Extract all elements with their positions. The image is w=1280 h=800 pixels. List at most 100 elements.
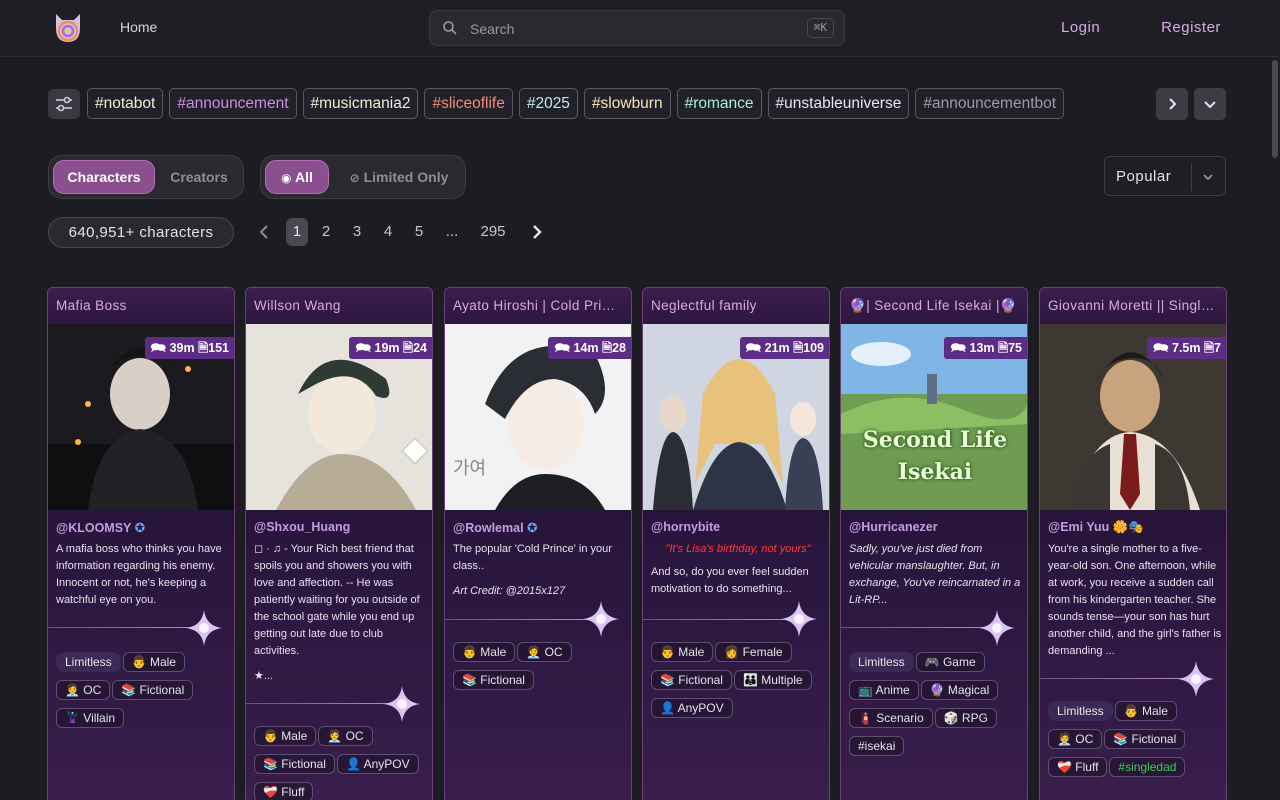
chevron-right-icon[interactable] <box>530 224 544 240</box>
tag-chip[interactable]: 🎲 RPG <box>934 708 997 728</box>
tag-chip[interactable]: ❤️‍🩹 Fluff <box>1048 757 1108 777</box>
tag-chip[interactable]: 📚 Fictional <box>453 670 534 690</box>
tag-chip[interactable]: #sliceoflife <box>424 88 513 119</box>
tag-chip[interactable]: 🎮 Game <box>915 652 985 672</box>
chat-count: 21m <box>764 341 790 355</box>
tag-chip[interactable]: 📺 Anime <box>849 680 919 700</box>
card-title[interactable]: 🔮| Second Life Isekai |🔮 <box>841 288 1027 324</box>
creator-link[interactable]: @Shxou_Huang <box>254 520 350 534</box>
chat-icon: 🗪 <box>745 341 762 355</box>
tag-chip[interactable]: Limitless <box>849 652 914 672</box>
home-link[interactable]: Home <box>120 19 157 35</box>
sparkle-icon <box>186 610 222 646</box>
tag-chip[interactable]: #announcementbot <box>915 88 1065 119</box>
character-card[interactable]: Giovanni Moretti || Single Dad 🗪 7.5m 🗎7 @… <box>1039 287 1227 800</box>
tag-chip[interactable]: 👪 Multiple <box>733 670 812 690</box>
tab-creators[interactable]: Creators <box>159 160 239 194</box>
tag-chip[interactable]: #isekai <box>849 736 905 756</box>
chat-count: 19m <box>374 341 400 355</box>
tag-chip[interactable]: 🔮 Magical <box>920 680 999 700</box>
tag-chip[interactable]: 📚 Fictional <box>254 754 335 774</box>
tag-chip[interactable]: Limitless <box>56 652 121 672</box>
card-title[interactable]: Willson Wang <box>246 288 432 324</box>
art-credit: Art Credit: @2015x127 <box>453 585 566 597</box>
tag-chip[interactable]: #musicmania2 <box>302 88 419 119</box>
character-card[interactable]: Neglectful family 🗪 21m 🗎109 @hornybite "It… <box>642 287 830 800</box>
chevron-right-icon <box>1169 98 1177 110</box>
creator-link[interactable]: @Emi Yuu 🌼🎭 <box>1048 520 1144 535</box>
page-4[interactable]: 4 <box>378 218 398 246</box>
tag-chip[interactable]: 🧑‍💼 OC <box>56 680 111 700</box>
tag-chip[interactable]: Limitless <box>1048 701 1113 721</box>
tag-chip[interactable]: 👨 Male <box>122 652 185 672</box>
card-stats: 🗪 21m 🗎109 <box>739 337 829 359</box>
tag-chip[interactable]: 👤 AnyPOV <box>651 698 733 718</box>
tag-chip[interactable]: #announcement <box>169 88 297 119</box>
card-title[interactable]: Mafia Boss <box>48 288 234 324</box>
eye-icon: ◉ <box>281 171 292 185</box>
creator-link[interactable]: @KLOOMSY ✪ <box>56 520 145 535</box>
card-stats: 🗪 39m 🗎151 <box>144 337 234 359</box>
tag-chip[interactable]: 🧯 Scenario <box>849 708 933 728</box>
page-1[interactable]: 1 <box>286 218 308 246</box>
tag-chip[interactable]: ❤️‍🩹 Fluff <box>254 782 314 800</box>
tags-next-button[interactable] <box>1156 88 1188 120</box>
scrollbar[interactable] <box>1272 60 1278 158</box>
tag-chip[interactable]: 🧑‍💼 OC <box>318 726 373 746</box>
tag-chip[interactable]: 🧑‍💼 OC <box>517 642 572 662</box>
filter-limited[interactable]: ⊘ Limited Only <box>337 160 461 194</box>
tag-chip[interactable]: 🧑‍💼 OC <box>1048 729 1103 749</box>
tag-chip[interactable]: 👨 Male <box>254 726 317 746</box>
card-image[interactable]: Second Life Isekai 🗪 13m 🗎75 <box>841 324 1027 510</box>
card-title[interactable]: Ayato Hiroshi | Cold Prince <box>445 288 631 324</box>
document-icon: 🗎 <box>602 341 613 355</box>
card-stats: 🗪 19m 🗎24 <box>349 337 432 359</box>
creator-link[interactable]: @hornybite <box>651 520 720 534</box>
tag-chip[interactable]: #slowburn <box>583 88 671 119</box>
login-link[interactable]: Login <box>1061 19 1100 36</box>
tag-chip[interactable]: 📚 Fictional <box>112 680 194 700</box>
card-image[interactable]: 🗪 39m 🗎151 <box>48 324 234 510</box>
card-description-block: You're a single mother to a five-year-ol… <box>1048 541 1222 660</box>
page-2[interactable]: 2 <box>316 218 336 246</box>
character-card[interactable]: Willson Wang 🗪 19m 🗎24 @Shxou_Huang ◻ · ♫ -… <box>245 287 433 800</box>
page-295[interactable]: 295 <box>474 218 512 246</box>
card-image[interactable]: 🗪 21m 🗎109 <box>643 324 829 510</box>
page-5[interactable]: 5 <box>409 218 429 246</box>
tag-chip[interactable]: #notabot <box>87 88 164 119</box>
tag-chip[interactable]: 👤 AnyPOV <box>336 754 419 774</box>
page-3[interactable]: 3 <box>347 218 367 246</box>
tag-chip[interactable]: 📚 Fictional <box>651 670 732 690</box>
tag-chip[interactable]: #singledad <box>1109 757 1186 777</box>
card-title[interactable]: Giovanni Moretti || Single Dad <box>1040 288 1226 324</box>
register-button[interactable]: Register <box>1136 10 1246 46</box>
card-image[interactable]: 가여 🗪 14m 🗎28 <box>445 324 631 510</box>
card-image[interactable]: 🗪 19m 🗎24 <box>246 324 432 510</box>
tag-chip[interactable]: #2025 <box>518 88 578 119</box>
tag-chip[interactable]: 👨 Male <box>651 642 714 662</box>
tag-chip[interactable]: #romance <box>676 88 762 119</box>
character-card[interactable]: Mafia Boss 🗪 39m 🗎151 @KLOOMSY ✪ A mafia bo… <box>47 287 235 800</box>
creator-link[interactable]: @Rowlemal ✪ <box>453 520 538 535</box>
site-logo[interactable] <box>52 10 84 46</box>
tag-chip[interactable]: 🦹 Villain <box>56 708 125 728</box>
card-title[interactable]: Neglectful family <box>643 288 829 324</box>
filter-all[interactable]: ◉ All <box>265 160 329 194</box>
tag-chip[interactable]: 📚 Fictional <box>1104 729 1186 749</box>
tag-chip[interactable]: 👨 Male <box>1114 701 1177 721</box>
tab-characters[interactable]: Characters <box>53 160 155 194</box>
character-card[interactable]: 🔮| Second Life Isekai |🔮 Second Life Iseka… <box>840 287 1028 800</box>
creator-link[interactable]: @Hurricanezer <box>849 520 938 534</box>
tag-chip[interactable]: 👩 Female <box>715 642 792 662</box>
character-card[interactable]: Ayato Hiroshi | Cold Prince 가여 🗪 14m 🗎28 @R… <box>444 287 632 800</box>
filter-button[interactable] <box>48 89 80 119</box>
card-image[interactable]: 🗪 7.5m 🗎7 <box>1040 324 1226 510</box>
sort-select[interactable]: Popular <box>1104 156 1226 196</box>
tag-chip[interactable]: 👨 Male <box>453 642 516 662</box>
tag-chip[interactable]: #unstableuniverse <box>767 88 910 119</box>
search-bar[interactable]: ⌘K <box>429 10 845 46</box>
card-description: A mafia boss who thinks you have informa… <box>56 543 222 606</box>
tags-expand-button[interactable] <box>1194 88 1226 120</box>
search-input[interactable] <box>470 19 770 39</box>
chevron-left-icon[interactable] <box>257 224 271 240</box>
